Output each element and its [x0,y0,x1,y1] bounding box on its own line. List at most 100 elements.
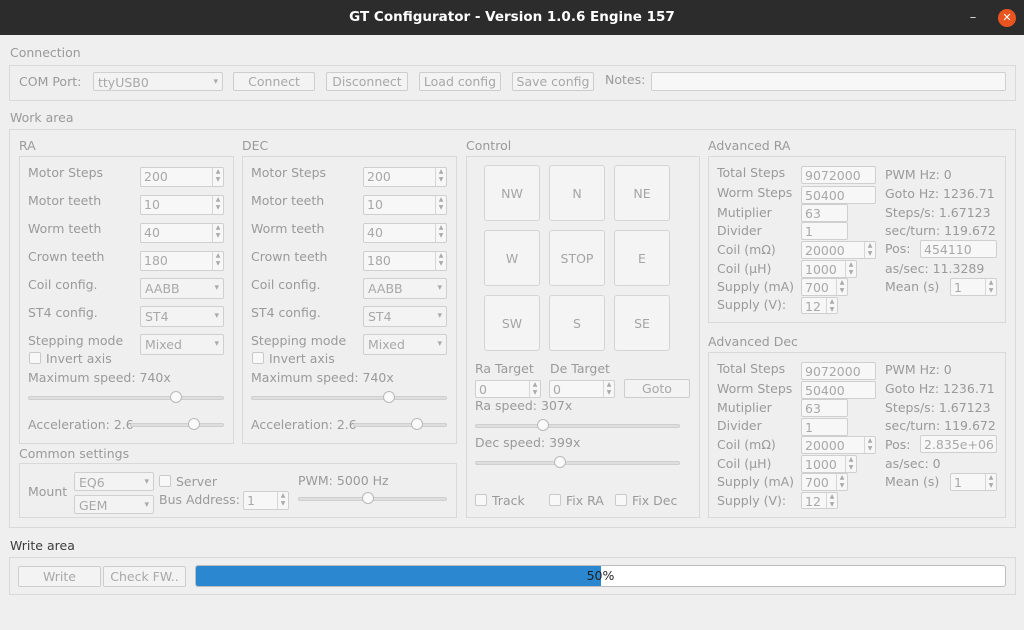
spinner-arrows-icon[interactable]: ▲ ▼ [212,252,223,270]
ra-motor-teeth-input[interactable]: 10 ▲ ▼ [140,195,224,215]
minimize-icon[interactable]: – [964,9,982,27]
ra-accel-slider[interactable] [130,423,224,427]
ra-target-input[interactable]: 0 ▲ ▼ [475,380,541,398]
load-config-button[interactable]: Load config [419,72,501,91]
adv-dec-supply-v-input[interactable]: 12 ▲ ▼ [801,492,838,509]
adv-dec-worm-steps-input[interactable]: 50400 [801,381,876,399]
adv-dec-sec-turn: sec/turn: 119.672 [885,418,996,433]
adv-dec-pos-input[interactable]: 2.835e+06 [920,435,997,453]
ra-speed-handle[interactable] [536,419,549,431]
save-config-button[interactable]: Save config [512,72,594,91]
dec-st4-select[interactable]: ST4 ▾ [363,306,447,327]
goto-button[interactable]: Goto [624,379,690,398]
ra-stepping-select[interactable]: Mixed ▾ [140,334,224,355]
spinner-arrows-icon[interactable]: ▲ ▼ [277,492,288,509]
adv-dec-mean-input[interactable]: 1 ▲ ▼ [950,473,997,491]
adv-dec-supply-ma-input[interactable]: 700 ▲ ▼ [801,473,848,491]
adv-dec-supply-v-value: 12 [805,494,821,509]
adv-dec-divider-input[interactable]: 1 [801,418,848,436]
spinner-arrows-icon[interactable]: ▲ ▼ [435,224,446,242]
n-button[interactable]: N [549,165,605,221]
adv-ra-pos-input[interactable]: 454110 [920,240,997,258]
s-button[interactable]: S [549,295,605,351]
dec-worm-teeth-input[interactable]: 40 ▲ ▼ [363,223,447,243]
se-button[interactable]: SE [614,295,670,351]
spinner-arrows-icon[interactable]: ▲ ▼ [603,381,614,397]
ra-motor-steps-input[interactable]: 200 ▲ ▼ [140,167,224,187]
dec-invert-checkbox[interactable] [252,352,264,364]
spinner-arrows-icon[interactable]: ▲ ▼ [864,437,875,453]
ra-invert-checkbox[interactable] [29,352,41,364]
ra-crown-teeth-input[interactable]: 180 ▲ ▼ [140,251,224,271]
nw-button[interactable]: NW [484,165,540,221]
spinner-arrows-icon[interactable]: ▲ ▼ [845,456,856,472]
adv-ra-mean-input[interactable]: 1 ▲ ▼ [950,278,997,296]
dec-maxspeed-slider[interactable] [251,396,447,400]
write-button[interactable]: Write [18,566,101,587]
spinner-arrows-icon[interactable]: ▲ ▼ [435,168,446,186]
spinner-arrows-icon[interactable]: ▲ ▼ [529,381,540,397]
e-button[interactable]: E [614,230,670,286]
mount-type-select[interactable]: GEM ▾ [74,495,154,514]
spinner-arrows-icon[interactable]: ▲ ▼ [836,279,847,295]
ra-target-label: Ra Target [475,361,534,376]
adv-ra-supply-ma-input[interactable]: 700 ▲ ▼ [801,278,848,296]
fix-dec-checkbox[interactable] [615,494,627,506]
fix-ra-checkbox[interactable] [549,494,561,506]
dec-accel-slider[interactable] [353,423,447,427]
dec-crown-teeth-input[interactable]: 180 ▲ ▼ [363,251,447,271]
spinner-arrows-icon[interactable]: ▲ ▼ [435,252,446,270]
ra-worm-teeth-input[interactable]: 40 ▲ ▼ [140,223,224,243]
spinner-arrows-icon[interactable]: ▲ ▼ [212,196,223,214]
dec-coil-select[interactable]: AABB ▾ [363,278,447,299]
spinner-arrows-icon[interactable]: ▲ ▼ [985,474,996,490]
dec-stepping-select[interactable]: Mixed ▾ [363,334,447,355]
ra-speed-slider[interactable] [475,424,680,428]
mount-select[interactable]: EQ6 ▾ [74,472,154,491]
notes-input[interactable] [651,72,1006,91]
spinner-arrows-icon[interactable]: ▲ ▼ [435,196,446,214]
check-fw-button[interactable]: Check FW.. [103,566,186,587]
connection-title: Connection [10,45,81,60]
ra-maxspeed-handle[interactable] [169,391,182,403]
dec-motor-steps-input[interactable]: 200 ▲ ▼ [363,167,447,187]
adv-dec-coil-mohm-input[interactable]: 20000 ▲ ▼ [801,436,876,454]
com-port-value: ttyUSB0 [98,75,149,90]
adv-ra-multiplier-input[interactable]: 63 [801,204,848,222]
close-icon[interactable]: ✕ [998,9,1016,27]
spinner-arrows-icon[interactable]: ▲ ▼ [826,298,837,313]
adv-ra-supply-v-input[interactable]: 12 ▲ ▼ [801,297,838,314]
spinner-arrows-icon[interactable]: ▲ ▼ [985,279,996,295]
stop-button[interactable]: STOP [549,230,605,286]
ra-coil-select[interactable]: AABB ▾ [140,278,224,299]
adv-dec-multiplier-input[interactable]: 63 [801,399,848,417]
spinner-arrows-icon[interactable]: ▲ ▼ [212,224,223,242]
w-button[interactable]: W [484,230,540,286]
ra-maxspeed-slider[interactable] [28,396,224,400]
adv-ra-divider-input[interactable]: 1 [801,222,848,240]
adv-ra-coil-mohm-input[interactable]: 20000 ▲ ▼ [801,241,876,259]
adv-ra-total-steps-input[interactable]: 9072000 [801,166,876,184]
bus-address-input[interactable]: 1 ▲ ▼ [243,491,289,510]
dec-speed-slider[interactable] [475,461,680,465]
spinner-arrows-icon[interactable]: ▲ ▼ [212,168,223,186]
adv-dec-coil-uh-input[interactable]: 1000 ▲ ▼ [801,455,857,473]
spinner-arrows-icon[interactable]: ▲ ▼ [836,474,847,490]
adv-ra-coil-uh-input[interactable]: 1000 ▲ ▼ [801,260,857,278]
adv-dec-total-steps-input[interactable]: 9072000 [801,362,876,380]
server-checkbox[interactable] [159,475,171,487]
adv-ra-worm-steps-input[interactable]: 50400 [801,186,876,204]
adv-ra-supply-ma-value: 700 [805,280,829,295]
spinner-arrows-icon[interactable]: ▲ ▼ [826,493,837,508]
ra-st4-select[interactable]: ST4 ▾ [140,306,224,327]
spinner-arrows-icon[interactable]: ▲ ▼ [864,242,875,258]
connect-button[interactable]: Connect [233,72,315,91]
spinner-arrows-icon[interactable]: ▲ ▼ [845,261,856,277]
disconnect-button[interactable]: Disconnect [326,72,408,91]
sw-button[interactable]: SW [484,295,540,351]
com-port-select[interactable]: ttyUSB0 ▾ [93,72,223,91]
track-checkbox[interactable] [475,494,487,506]
dec-motor-teeth-input[interactable]: 10 ▲ ▼ [363,195,447,215]
de-target-input[interactable]: 0 ▲ ▼ [549,380,615,398]
ne-button[interactable]: NE [614,165,670,221]
